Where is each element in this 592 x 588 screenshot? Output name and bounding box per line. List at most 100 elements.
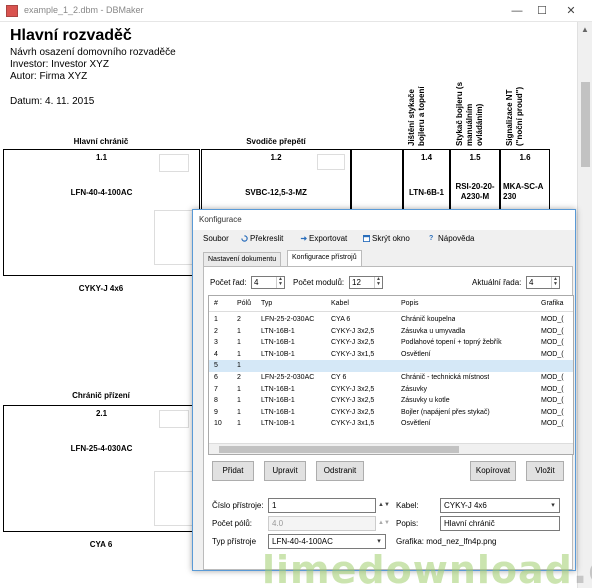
vertical-scrollbar[interactable]: ▲ [577,22,592,588]
table-header-col-poles[interactable]: Pólů [237,296,251,312]
vertical-header: Jištění stykače bojleru a topení [407,86,426,146]
tab-panel: Počet řad: 4 ▲ ▼ Počet modulů: 12 ▲ ▼ Aktu… [203,266,574,570]
document-title: Hlavní rozvaděč [10,27,132,44]
typ-pristroje-select[interactable]: LFN-40-4-100AC ▾ [268,534,386,549]
close-button[interactable]: ✕ [560,3,582,19]
pocet-polu-input: 4.0 [268,516,376,531]
document-author: Autor: Firma XYZ [10,71,88,82]
device-number: 1.2 [270,153,282,162]
kabel-select[interactable]: CYKY-J 4x6 ▾ [440,498,560,513]
table-row[interactable]: 2 1 LTN-16B-1 CYKY-J 3x2,5 Zásuvka u umyvadl… [209,326,573,338]
table-header-col-type[interactable]: Typ [261,296,272,312]
table-row[interactable]: 1 2 LFN-25-2-030AC CYA 6 Chránič koupelna MOD… [209,314,573,326]
table-header-col-description[interactable]: Popis [401,296,419,312]
watermark-logo: limedownload.com [262,548,592,588]
table-cell-col-number: 4 [214,350,218,358]
typ-pristroje-label: Typ přístroje [212,537,257,546]
table-cell-col-type: LTN-16B-1 [261,327,295,335]
pocet-modulu-label: Počet modulů: [293,278,345,287]
device-slot-1-1[interactable]: 1.1 LFN-40-4-100AC [3,149,200,276]
table-row[interactable]: 10 1 LTN-10B-1 CYKY-J 3x1,5 Osvětlení MOD_( [209,418,573,430]
scroll-up-arrow-icon[interactable]: ▲ [581,25,589,34]
table-cell-col-cable: CYKY-J 3x2,5 [331,385,375,393]
device-number: 1.1 [95,153,108,162]
chevron-down-icon[interactable]: ▾ [373,535,385,548]
tab-nastaveni-dokumentu[interactable]: Nastavení dokumentu [203,252,282,266]
table-cell-col-graphics: MOD_( [541,397,564,405]
devices-table[interactable]: # Pólů Typ Kabel Popis Grafika 1 2 LFN-25-2-030… [208,295,574,455]
aktualni-rada-stepper[interactable]: 4 ▲ ▼ [526,276,560,289]
aktualni-rada-label: Aktuální řada: [472,278,522,287]
table-cell-col-cable: CYKY-J 3x2,5 [331,397,375,405]
table-cell-col-graphics: MOD_( [541,327,564,335]
menu-label: Exportovat [309,234,348,243]
table-row[interactable]: 3 1 LTN-16B-1 CYKY-J 3x2,5 Podlahové topení … [209,337,573,349]
configuration-dialog: Konfigurace Soubor Překreslit Exportovat… [192,209,576,571]
device-type: LFN-25-4-030AC [70,444,133,453]
document-investor: Investor: Investor XYZ [10,59,109,70]
table-row[interactable]: 6 2 LFN-25-2-030AC CY 6 Chránič - technická … [209,372,573,384]
table-cell-col-number: 1 [214,316,218,323]
stepper-arrows-icon[interactable]: ▲▼ [551,277,559,288]
minimize-button[interactable]: — [506,3,528,19]
scrollbar-thumb[interactable] [219,446,459,453]
table-cell-col-type: LTN-16B-1 [261,397,295,405]
upravit-button[interactable]: Upravit [264,461,306,481]
stepper-value: 12 [352,278,361,287]
select-value: LFN-40-4-100AC [272,537,333,546]
table-row[interactable]: 9 1 LTN-16B-1 CYKY-J 3x2,5 Bojler (napájení … [209,407,573,419]
pocet-modulu-stepper[interactable]: 12 ▲ ▼ [349,276,383,289]
pocet-rad-stepper[interactable]: 4 ▲ ▼ [251,276,285,289]
table-horizontal-scrollbar[interactable] [209,443,573,454]
chevron-down-icon[interactable]: ▾ [547,499,559,512]
table-cell-col-number: 3 [214,339,218,347]
maximize-button[interactable]: ☐ [531,3,553,19]
grafika-label: Grafika: mod_nez_lfn4p.png [396,537,497,546]
device-number: 1.4 [420,153,433,162]
table-header: # Pólů Typ Kabel Popis Grafika [209,296,573,312]
table-cell-col-type: LFN-25-2-030AC [261,316,315,323]
table-cell-col-poles: 1 [237,385,241,393]
menu-skryt-okno[interactable]: Skrýt okno [363,234,410,243]
table-cell-col-poles: 2 [237,374,241,381]
stepper-arrows-icon[interactable]: ▲▼ [378,499,390,511]
table-cell-col-poles: 2 [237,316,241,323]
kopirovat-button[interactable]: Kopírovat [470,461,516,481]
popis-input[interactable]: Hlavní chránič [440,516,560,531]
menu-label: Nápověda [438,234,475,243]
table-header-col-graphics[interactable]: Grafika [541,296,564,312]
stepper-value: 4 [254,278,259,287]
table-row[interactable]: 4 1 LTN-10B-1 CYKY-J 3x1,5 Osvětlení MOD_( [209,349,573,361]
menu-label: Soubor [203,234,229,243]
device-outline [154,471,194,526]
menu-prekreslit[interactable]: Překreslit [241,234,283,243]
tab-konfigurace-pristroju[interactable]: Konfigurace přístrojů [287,250,362,266]
stepper-arrows-icon[interactable]: ▲▼ [374,277,382,288]
table-cell-col-description: Chránič - technická místnost [401,374,490,381]
help-icon: ? [429,235,434,242]
dialog-title: Konfigurace [199,215,242,224]
menu-napoveda[interactable]: ? Nápověda [429,234,474,243]
pridat-button[interactable]: Přidat [212,461,254,481]
table-row[interactable]: 7 1 LTN-16B-1 CYKY-J 3x2,5 Zásuvky MOD_( [209,384,573,396]
menu-soubor[interactable]: Soubor [203,234,229,243]
vlozit-button[interactable]: Vložit [526,461,564,481]
scrollbar-thumb[interactable] [581,82,590,167]
cislo-pristroje-input[interactable]: 1 [268,498,376,513]
table-cell-col-type: LTN-16B-1 [261,385,295,393]
odstranit-button[interactable]: Odstranit [316,461,364,481]
stepper-arrows-icon[interactable]: ▲▼ [276,277,284,288]
table-header-col-number[interactable]: # [214,296,218,312]
menu-exportovat[interactable]: Exportovat [300,234,347,243]
app-icon [6,5,18,17]
device-type: SVBC-12,5-3-MZ [245,188,307,197]
table-row[interactable]: 51 [209,360,573,372]
dialog-titlebar: Konfigurace [193,210,575,230]
device-type: RSI-20-20- A230-M [455,182,495,201]
table-row[interactable]: 8 1 LTN-16B-1 CYKY-J 3x2,5 Zásuvky u kotle MO… [209,395,573,407]
device-type: LTN-6B-1 [409,188,444,197]
document-date: Datum: 4. 11. 2015 [10,96,95,107]
device-slot-2-1[interactable]: 2.1 LFN-25-4-030AC [3,405,200,532]
table-header-col-cable[interactable]: Kabel [331,296,349,312]
table-cell-col-number: 7 [214,385,218,393]
